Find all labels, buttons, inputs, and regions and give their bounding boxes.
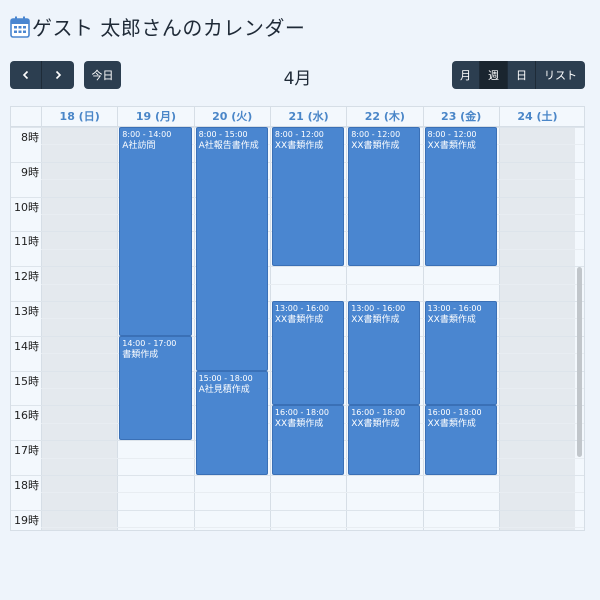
event-time: 16:00 - 18:00: [427, 408, 482, 418]
event-time: 13:00 - 16:00: [427, 304, 482, 313]
view-button-1[interactable]: 週: [480, 61, 508, 89]
half-hour-gridline: [41, 527, 584, 529]
event-title: XX書類作成: [274, 315, 324, 325]
day-header-2[interactable]: 20 (火): [193, 107, 270, 126]
week-grid: 18 (日) 19 (月) 20 (火) 21 (水) 22 (木) 23 (金) 24 (…: [10, 106, 585, 531]
day-header-6[interactable]: 24 (土): [498, 107, 575, 126]
event-title: XX書類作成: [427, 315, 476, 325]
event-title: A社訪問: [122, 141, 156, 151]
calendar-event[interactable]: 13:00 - 16:00 XX書類作成: [424, 301, 497, 406]
event-time: 14:00 - 17:00: [122, 338, 177, 348]
hour-label: 18時: [14, 479, 39, 492]
day-column-6[interactable]: [498, 127, 576, 530]
calendar-event[interactable]: 8:00 - 14:00 A社訪問: [119, 127, 192, 336]
hour-label: 9時: [21, 165, 39, 179]
half-hour-gridline: [41, 492, 584, 494]
calendar-event[interactable]: 13:00 - 16:00 XX書類作成: [271, 301, 345, 406]
hour-label: 10時: [14, 200, 39, 214]
calendar-event[interactable]: 8:00 - 15:00 A社報告書作成: [195, 127, 268, 371]
hour-gridline: [11, 475, 584, 476]
calendar-event[interactable]: 14:00 - 17:00 書類作成: [119, 335, 192, 441]
event-time: 8:00 - 12:00: [427, 130, 477, 139]
hour-gridline: [11, 509, 584, 511]
event-title: XX書類作成: [351, 315, 400, 325]
event-title: XX書類作成: [274, 141, 324, 151]
day-header-3[interactable]: 21 (水): [269, 107, 346, 126]
hour-label: 11時: [14, 235, 39, 249]
view-button-3[interactable]: リスト: [536, 61, 585, 89]
calendar-toolbar: 今日 4月 月週日リスト: [10, 61, 585, 89]
view-button-2[interactable]: 日: [508, 61, 536, 89]
hour-label: 17時: [14, 444, 39, 458]
day-header-4[interactable]: 22 (木): [346, 107, 422, 126]
hour-label: 19時: [14, 513, 39, 527]
event-title: XX書類作成: [351, 419, 400, 430]
event-time: 16:00 - 18:00: [274, 408, 329, 418]
event-title: A社見積作成: [198, 384, 250, 395]
event-title: 書類作成: [122, 349, 159, 360]
event-title: XX書類作成: [351, 141, 400, 151]
event-time: 8:00 - 12:00: [274, 130, 324, 139]
calendar-event[interactable]: 16:00 - 18:00 XX書類作成: [348, 405, 421, 475]
page-title: ゲスト 太郎さんのカレンダー: [32, 16, 306, 40]
calendar-event[interactable]: 15:00 - 18:00 A社見積作成: [195, 370, 268, 475]
event-time: 13:00 - 16:00: [351, 304, 406, 313]
event-time: 8:00 - 14:00: [122, 130, 172, 139]
calendar-event[interactable]: 16:00 - 18:00 XX書類作成: [424, 405, 497, 475]
view-button-0[interactable]: 月: [452, 61, 480, 89]
hour-label: 13時: [14, 305, 39, 318]
event-time: 15:00 - 18:00: [198, 373, 253, 383]
calendar-event[interactable]: 8:00 - 12:00 XX書類作成: [424, 127, 497, 267]
hour-label: 14時: [14, 339, 39, 353]
day-column-0[interactable]: [41, 127, 118, 530]
event-title: A社報告書作成: [198, 141, 259, 151]
calendar-event[interactable]: 13:00 - 16:00 XX書類作成: [348, 301, 421, 406]
hour-label: 15時: [14, 374, 39, 388]
hour-label: 16時: [14, 409, 39, 423]
day-header-5[interactable]: 23 (金): [422, 107, 499, 126]
calendar-event[interactable]: 8:00 - 12:00 XX書類作成: [271, 127, 345, 267]
event-time: 13:00 - 16:00: [274, 304, 329, 313]
vertical-scrollbar[interactable]: [577, 267, 582, 457]
page-header: ゲスト 太郎さんのカレンダー: [10, 12, 305, 41]
event-title: XX書類作成: [427, 419, 476, 430]
calendar-event[interactable]: 16:00 - 18:00 XX書類作成: [271, 405, 345, 475]
calendar-event[interactable]: 8:00 - 12:00 XX書類作成: [348, 127, 421, 267]
event-title: XX書類作成: [274, 419, 324, 430]
event-title: XX書類作成: [427, 141, 476, 151]
hour-label: 8時: [21, 131, 39, 144]
day-header-row: 18 (日) 19 (月) 20 (火) 21 (水) 22 (木) 23 (金) 24 (…: [11, 107, 584, 127]
view-button-group: 月週日リスト: [452, 61, 585, 89]
day-header-1[interactable]: 19 (月): [117, 107, 193, 126]
time-grid: 8時 9時 10時 11時 12時 13時 14時 15時 16時 17時 18時 19時 8:00 -…: [11, 127, 584, 530]
hour-gridline: [11, 266, 584, 268]
hour-label: 12時: [14, 270, 39, 284]
day-header-0[interactable]: 18 (日): [41, 107, 117, 126]
event-time: 8:00 - 15:00: [198, 130, 248, 139]
event-time: 16:00 - 18:00: [351, 408, 406, 418]
event-time: 8:00 - 12:00: [351, 130, 401, 139]
calendar-icon: [10, 16, 30, 38]
